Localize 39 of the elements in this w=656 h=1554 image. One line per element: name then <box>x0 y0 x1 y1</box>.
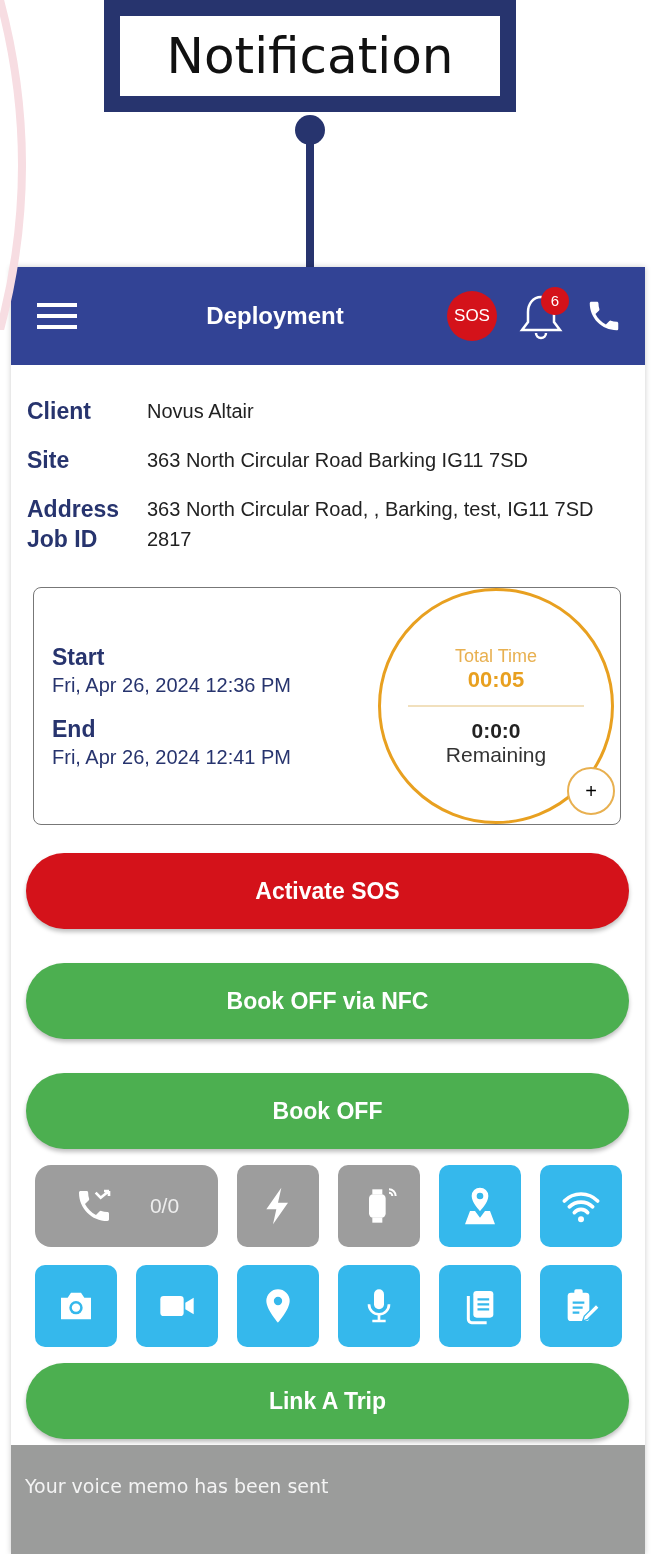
lightning-tile[interactable] <box>237 1165 319 1247</box>
smartwatch-tile[interactable] <box>338 1165 420 1247</box>
field-label: Site <box>27 448 71 473</box>
action-button[interactable]: Book OFF via NFC <box>26 963 629 1039</box>
field-value: Novus Altair <box>147 399 254 424</box>
notification-count: 6 <box>541 287 569 315</box>
start-time: Fri, Apr 26, 2024 12:36 PM <box>52 673 293 698</box>
start-label: Start <box>52 643 106 672</box>
action-button[interactable]: Book OFF <box>26 1073 629 1149</box>
field-label: Job ID <box>27 527 99 552</box>
camera-tile[interactable] <box>35 1265 117 1347</box>
field-label: Address <box>27 497 121 522</box>
location-pin-tile[interactable] <box>237 1265 319 1347</box>
remaining-label: Remaining <box>445 742 547 767</box>
total-time-label: Total Time <box>455 645 537 667</box>
field-value: 2817 <box>147 527 192 552</box>
end-label: End <box>52 715 97 744</box>
call-tile[interactable]: 0/0 <box>35 1165 218 1247</box>
remaining-value: 0:0:0 <box>471 718 521 743</box>
end-time: Fri, Apr 26, 2024 12:41 PM <box>52 745 293 770</box>
callout-label: Notification <box>104 0 516 112</box>
call-count: 0/0 <box>149 1194 180 1218</box>
map-pin-tile[interactable] <box>439 1165 521 1247</box>
screen-title: Deployment <box>205 302 345 330</box>
toast-message: Your voice memo has been sent <box>11 1445 645 1554</box>
clipboard-edit-tile[interactable] <box>540 1265 622 1347</box>
link-trip-button[interactable]: Link A Trip <box>26 1363 629 1439</box>
menu-icon[interactable] <box>37 301 77 331</box>
wifi-tile[interactable] <box>540 1165 622 1247</box>
documents-tile[interactable] <box>439 1265 521 1347</box>
microphone-tile[interactable] <box>338 1265 420 1347</box>
action-button[interactable]: Activate SOS <box>26 853 629 929</box>
video-camera-tile[interactable] <box>136 1265 218 1347</box>
field-label: Client <box>27 399 92 424</box>
field-value: 363 North Circular Road, , Barking, test, IG11 7SD <box>147 497 594 522</box>
field-value: 363 North Circular Road Barking IG11 7SD <box>147 448 528 473</box>
add-time-button[interactable]: + <box>567 767 615 815</box>
total-time-value: 00:05 <box>467 666 525 693</box>
sos-button[interactable]: SOS <box>447 291 497 341</box>
